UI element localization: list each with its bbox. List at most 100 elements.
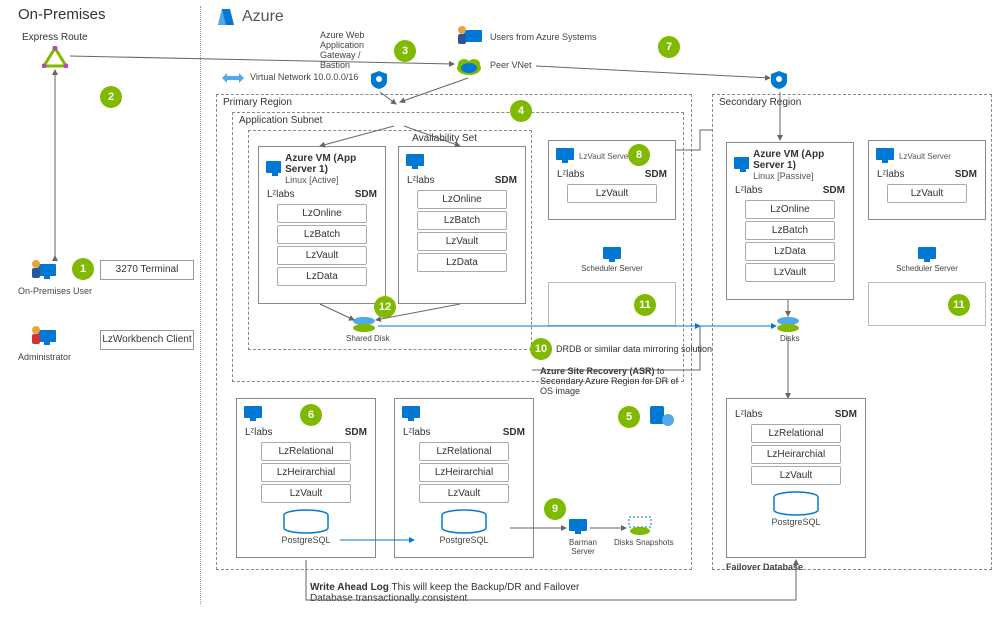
sec-db-item-1: LzHeirarchial bbox=[751, 445, 841, 464]
sec-db-item-2: LzVault bbox=[751, 466, 841, 485]
sec-lzvault-item: LzVault bbox=[887, 184, 967, 203]
badge-12: 12 bbox=[374, 296, 396, 318]
peer-vnet-label: Peer VNet bbox=[490, 60, 532, 70]
sec-db-item-0: LzRelational bbox=[751, 424, 841, 443]
sec-vm1-item-1: LzBatch bbox=[745, 221, 835, 240]
sec-vm1-sub: Linux [Passive] bbox=[753, 171, 847, 181]
sec-vm1-title: Azure VM (App Server 1) bbox=[753, 149, 847, 171]
workbench-box: LzWorkbench Client bbox=[100, 330, 194, 350]
badge-4: 4 bbox=[510, 100, 532, 122]
vm-icon bbox=[602, 246, 622, 264]
scheduler-empty-box bbox=[548, 282, 676, 326]
peer-vnet-icon bbox=[456, 56, 482, 76]
sdm-label: SDM bbox=[355, 189, 377, 200]
vm-icon bbox=[875, 147, 895, 165]
vm-icon bbox=[555, 147, 575, 165]
db1-item-0: LzRelational bbox=[261, 442, 351, 461]
shared-disk-label: Shared Disk bbox=[346, 334, 390, 343]
vm-icon bbox=[265, 160, 281, 178]
badge-1: 1 bbox=[72, 258, 94, 280]
badge-9: 9 bbox=[544, 498, 566, 520]
db2-pg-label: PostgreSQL bbox=[395, 535, 533, 545]
badge-2: 2 bbox=[100, 86, 122, 108]
db1-item-2: LzVault bbox=[261, 484, 351, 503]
sec-lzvault-title: LzVault Server bbox=[899, 152, 951, 161]
badge-7: 7 bbox=[658, 36, 680, 58]
postgres-db-icon bbox=[771, 491, 821, 517]
postgres-db-icon bbox=[439, 509, 489, 535]
sec-scheduler-label: Scheduler Server bbox=[868, 264, 986, 273]
vm1-sub: Linux [Active] bbox=[285, 175, 379, 185]
vm2-item-1: LzBatch bbox=[417, 211, 507, 230]
onprem-title: On-Premises bbox=[18, 6, 106, 23]
availability-set-title: Availability Set bbox=[412, 133, 477, 144]
sec-db-box: LᶻlabsSDM LzRelational LzHeirarchial LzV… bbox=[726, 398, 866, 558]
terminal-box: 3270 Terminal bbox=[100, 260, 194, 280]
vm1-title: Azure VM (App Server 1) bbox=[285, 153, 379, 175]
badge-6: 6 bbox=[300, 404, 322, 426]
llabs-label: Lᶻlabs bbox=[267, 189, 295, 200]
asr-note: Azure Site Recovery (ASR) to Secondary A… bbox=[540, 366, 690, 396]
badge-11b: 11 bbox=[948, 294, 970, 316]
lzvault-server-title: LzVault Server bbox=[579, 152, 631, 161]
sec-vm1-box: Azure VM (App Server 1) Linux [Passive] … bbox=[726, 142, 854, 300]
vm-icon bbox=[401, 405, 421, 423]
badge-5: 5 bbox=[618, 406, 640, 428]
db2-item-1: LzHeirarchial bbox=[419, 463, 509, 482]
failover-db-label: Failover Database bbox=[726, 562, 803, 572]
express-route-icon bbox=[42, 46, 68, 68]
db1-item-1: LzHeirarchial bbox=[261, 463, 351, 482]
vm2-item-0: LzOnline bbox=[417, 190, 507, 209]
badge-10: 10 bbox=[530, 338, 552, 360]
onprem-user-icon bbox=[30, 258, 58, 282]
db2-item-2: LzVault bbox=[419, 484, 509, 503]
sec-scheduler-box: Scheduler Server bbox=[868, 246, 986, 273]
storage-server-icon bbox=[648, 404, 674, 428]
lzvault-item: LzVault bbox=[567, 184, 657, 203]
badge-8: 8 bbox=[628, 144, 650, 166]
db2-item-0: LzRelational bbox=[419, 442, 509, 461]
primary-region-title: Primary Region bbox=[223, 97, 292, 108]
vm-icon bbox=[917, 246, 937, 264]
onprem-user-label: On-Premises User bbox=[18, 286, 92, 296]
shared-disk-icon bbox=[352, 316, 376, 334]
vm1-item-2: LzVault bbox=[277, 246, 367, 265]
vm-icon bbox=[243, 405, 263, 423]
db2-box: LᶻlabsSDM LzRelational LzHeirarchial LzV… bbox=[394, 398, 534, 558]
sec-vm1-item-0: LzOnline bbox=[745, 200, 835, 219]
vm2-box: LᶻlabsSDM LzOnline LzBatch LzVault LzDat… bbox=[398, 146, 526, 304]
admin-label: Administrator bbox=[18, 352, 71, 362]
sec-lzvault-box: LzVault Server LᶻlabsSDM LzVault bbox=[868, 140, 986, 220]
vm1-item-3: LzData bbox=[277, 267, 367, 286]
sec-disks-label: Disks bbox=[780, 334, 800, 343]
snapshots-label: Disks Snapshots bbox=[614, 538, 674, 547]
sec-vm1-item-2: LzData bbox=[745, 242, 835, 261]
vm1-box: Azure VM (App Server 1) Linux [Active] L… bbox=[258, 146, 386, 304]
sec-disks-icon bbox=[776, 316, 800, 334]
scheduler-box: Scheduler Server bbox=[548, 246, 676, 273]
lzvault-server-box: LzVault Server LᶻlabsSDM LzVault bbox=[548, 140, 676, 220]
vm1-item-0: LzOnline bbox=[277, 204, 367, 223]
sec-vm1-item-3: LzVault bbox=[745, 263, 835, 282]
admin-icon bbox=[30, 324, 58, 348]
vm1-item-1: LzBatch bbox=[277, 225, 367, 244]
web-gateway-label: Azure Web Application Gateway / Bastion bbox=[320, 30, 390, 70]
postgres-db-icon bbox=[281, 509, 331, 535]
azure-logo-icon bbox=[216, 8, 236, 26]
vm-icon bbox=[733, 156, 749, 174]
peer-shield-icon bbox=[770, 70, 788, 90]
vm2-item-2: LzVault bbox=[417, 232, 507, 251]
gateway-shield-icon bbox=[370, 70, 388, 90]
wal-note: Write Ahead Log This will keep the Backu… bbox=[310, 582, 610, 604]
vm-icon bbox=[405, 153, 425, 171]
express-route-label: Express Route bbox=[22, 32, 88, 43]
users-label: Users from Azure Systems bbox=[490, 32, 597, 42]
sec-db-pg-label: PostgreSQL bbox=[727, 517, 865, 527]
vnet-icon bbox=[222, 72, 244, 84]
drdb-note: DRDB or similar data mirroring solution bbox=[556, 344, 712, 354]
vnet-label: Virtual Network 10.0.0.0/16 bbox=[250, 72, 358, 82]
badge-11a: 11 bbox=[634, 294, 656, 316]
azure-users-icon bbox=[456, 24, 484, 48]
barman-label: Barman Server bbox=[560, 538, 606, 556]
barman-icon bbox=[568, 518, 588, 536]
